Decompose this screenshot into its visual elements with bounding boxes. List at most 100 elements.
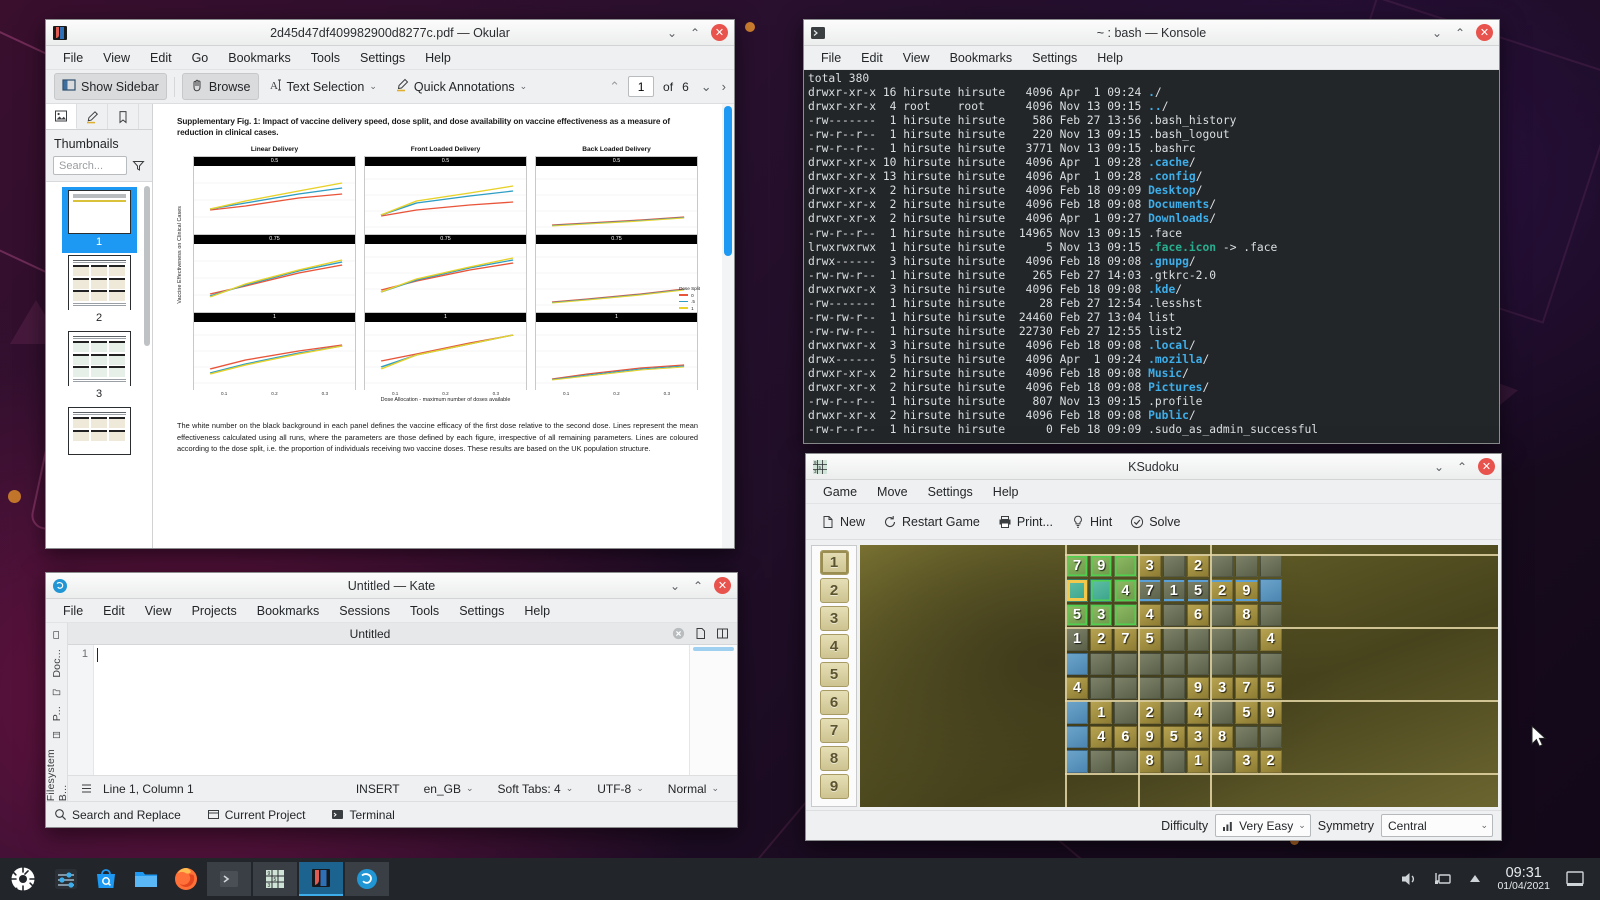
ksudoku-titlebar[interactable]: 9 5 3 KSudoku ⌄ ⌃ ✕ bbox=[806, 454, 1501, 480]
thumbnails-tab[interactable] bbox=[46, 104, 77, 129]
sudoku-cell-r9c8[interactable]: 3 bbox=[1235, 750, 1257, 772]
okular-window[interactable]: 2d45d47df409982900d8277c.pdf — Okular ⌄ … bbox=[45, 19, 735, 549]
kate-text-area[interactable] bbox=[94, 645, 737, 775]
sudoku-cell-r9c7[interactable] bbox=[1211, 750, 1233, 772]
thumbnail-search-input[interactable]: Search... bbox=[53, 156, 127, 175]
new-button[interactable]: New bbox=[814, 511, 872, 533]
documents-icon[interactable] bbox=[50, 631, 63, 639]
sudoku-cell-r3c7[interactable] bbox=[1211, 604, 1233, 626]
minimize-icon[interactable]: ⌄ bbox=[1432, 460, 1446, 474]
sudoku-cell-r4c1[interactable]: 1 bbox=[1066, 628, 1088, 650]
sudoku-cell-r8c4[interactable]: 9 bbox=[1139, 726, 1161, 748]
sudoku-cell-r8c5[interactable]: 5 bbox=[1163, 726, 1185, 748]
okular-window-controls[interactable]: ⌄ ⌃ ✕ bbox=[665, 24, 728, 41]
kate-bottom-bar[interactable]: Search and Replace Current Project Termi… bbox=[46, 801, 737, 827]
number-palette[interactable]: 123456789 bbox=[811, 545, 857, 807]
sudoku-cell-r3c9[interactable] bbox=[1260, 604, 1282, 626]
okular-page-view[interactable]: Supplementary Fig. 1: Impact of vaccine … bbox=[153, 104, 734, 548]
sudoku-cell-r5c3[interactable] bbox=[1114, 653, 1136, 675]
new-document-icon[interactable] bbox=[694, 627, 707, 640]
okular-sidebar[interactable]: Thumbnails Search... bbox=[46, 104, 153, 548]
sudoku-cell-r4c4[interactable]: 5 bbox=[1139, 628, 1161, 650]
menu-move[interactable]: Move bbox=[868, 482, 917, 502]
search-and-replace-button[interactable]: Search and Replace bbox=[54, 808, 193, 822]
maximize-icon[interactable]: ⌃ bbox=[688, 26, 702, 40]
task-kate[interactable] bbox=[345, 862, 389, 896]
show-sidebar-button[interactable]: Show Sidebar bbox=[54, 73, 167, 100]
sudoku-cell-r8c8[interactable] bbox=[1235, 726, 1257, 748]
menu-settings[interactable]: Settings bbox=[919, 482, 982, 502]
tab-untitled[interactable]: Untitled bbox=[68, 627, 672, 641]
file-manager-icon[interactable] bbox=[126, 858, 166, 900]
sudoku-cell-r7c6[interactable]: 4 bbox=[1187, 701, 1209, 723]
menu-file[interactable]: File bbox=[812, 48, 850, 68]
print-button[interactable]: Print... bbox=[991, 511, 1060, 533]
sudoku-cell-r8c7[interactable]: 8 bbox=[1211, 726, 1233, 748]
sudoku-cell-r4c5[interactable] bbox=[1163, 628, 1185, 650]
konsole-titlebar[interactable]: ~ : bash — Konsole ⌄ ⌃ ✕ bbox=[804, 20, 1499, 46]
sudoku-cell-r4c7[interactable] bbox=[1211, 628, 1233, 650]
thumbnail-page-4[interactable] bbox=[68, 407, 131, 455]
sudoku-cell-r4c6[interactable] bbox=[1187, 628, 1209, 650]
menu-file[interactable]: File bbox=[54, 48, 92, 68]
menu-game[interactable]: Game bbox=[814, 482, 866, 502]
chevron-down-icon[interactable]: ⌄ bbox=[711, 783, 719, 794]
sudoku-cell-r6c2[interactable] bbox=[1090, 677, 1112, 699]
show-desktop-icon[interactable] bbox=[1564, 868, 1586, 890]
menu-view[interactable]: View bbox=[94, 48, 139, 68]
sudoku-cell-r9c4[interactable]: 8 bbox=[1139, 750, 1161, 772]
sudoku-cell-r9c2[interactable] bbox=[1090, 750, 1112, 772]
sudoku-cell-r8c2[interactable]: 4 bbox=[1090, 726, 1112, 748]
sudoku-cell-r9c1[interactable] bbox=[1066, 750, 1088, 772]
sudoku-cell-r5c2[interactable] bbox=[1090, 653, 1112, 675]
annotations-tab[interactable] bbox=[77, 104, 108, 129]
sudoku-cell-r2c7[interactable]: 2 bbox=[1211, 579, 1233, 601]
sudoku-cell-r8c1[interactable] bbox=[1066, 726, 1088, 748]
sudoku-cell-r5c7[interactable] bbox=[1211, 653, 1233, 675]
language-select[interactable]: en_GB ⌄ bbox=[412, 782, 486, 796]
filesystem-rail-label[interactable]: Filesystem B... bbox=[45, 749, 69, 801]
sudoku-cell-r6c4[interactable] bbox=[1139, 677, 1161, 699]
sudoku-cell-r9c5[interactable] bbox=[1163, 750, 1185, 772]
minimize-icon[interactable]: ⌄ bbox=[668, 579, 682, 593]
sudoku-cell-r3c4[interactable]: 4 bbox=[1139, 604, 1161, 626]
menu-sessions[interactable]: Sessions bbox=[330, 601, 399, 621]
sudoku-cell-r7c7[interactable] bbox=[1211, 701, 1233, 723]
sudoku-cell-r6c1[interactable]: 4 bbox=[1066, 677, 1088, 699]
sudoku-cell-r8c9[interactable] bbox=[1260, 726, 1282, 748]
documents-rail-label[interactable]: Doc... bbox=[51, 649, 63, 678]
sudoku-cell-r8c3[interactable]: 6 bbox=[1114, 726, 1136, 748]
page-scrollbar-thumb[interactable] bbox=[724, 106, 732, 256]
taskbar[interactable]: 953 09:31 01/04/2021 bbox=[0, 858, 1600, 900]
system-settings-icon[interactable] bbox=[46, 858, 86, 900]
minimize-icon[interactable]: ⌄ bbox=[665, 26, 679, 40]
sudoku-cell-r5c4[interactable] bbox=[1139, 653, 1161, 675]
maximize-icon[interactable]: ⌃ bbox=[1455, 460, 1469, 474]
ksudoku-window-controls[interactable]: ⌄ ⌃ ✕ bbox=[1432, 458, 1495, 475]
encoding-select[interactable]: UTF-8 ⌄ bbox=[585, 782, 656, 796]
chevron-down-icon[interactable]: ⌄ bbox=[520, 81, 528, 92]
sudoku-cell-r5c6[interactable] bbox=[1187, 653, 1209, 675]
minimap-viewport[interactable] bbox=[693, 647, 734, 651]
okular-menubar[interactable]: File View Edit Go Bookmarks Tools Settin… bbox=[46, 46, 734, 70]
menu-settings[interactable]: Settings bbox=[1023, 48, 1086, 68]
sudoku-cell-r1c7[interactable] bbox=[1211, 555, 1233, 577]
maximize-icon[interactable]: ⌃ bbox=[1453, 26, 1467, 40]
sudoku-cell-r7c1[interactable] bbox=[1066, 701, 1088, 723]
maximize-icon[interactable]: ⌃ bbox=[691, 579, 705, 593]
ksudoku-statusbar[interactable]: Difficulty Very Easy ⌄ Symmetry Central … bbox=[806, 810, 1501, 840]
filter-icon[interactable] bbox=[132, 159, 145, 172]
network-icon[interactable] bbox=[1433, 869, 1453, 889]
ksudoku-toolbar[interactable]: New Restart Game Print... Hint bbox=[806, 504, 1501, 540]
menu-view[interactable]: View bbox=[894, 48, 939, 68]
number-button-5[interactable]: 5 bbox=[820, 662, 849, 687]
sudoku-cell-r3c6[interactable]: 6 bbox=[1187, 604, 1209, 626]
close-icon[interactable]: ✕ bbox=[714, 577, 731, 594]
solve-button[interactable]: Solve bbox=[1123, 511, 1187, 533]
sudoku-cell-r3c5[interactable] bbox=[1163, 604, 1185, 626]
application-launcher-button[interactable] bbox=[0, 858, 46, 900]
number-button-2[interactable]: 2 bbox=[820, 578, 849, 603]
sudoku-cell-r6c3[interactable] bbox=[1114, 677, 1136, 699]
chevron-down-icon[interactable]: ⌄ bbox=[1298, 820, 1306, 831]
close-icon[interactable] bbox=[672, 627, 685, 640]
